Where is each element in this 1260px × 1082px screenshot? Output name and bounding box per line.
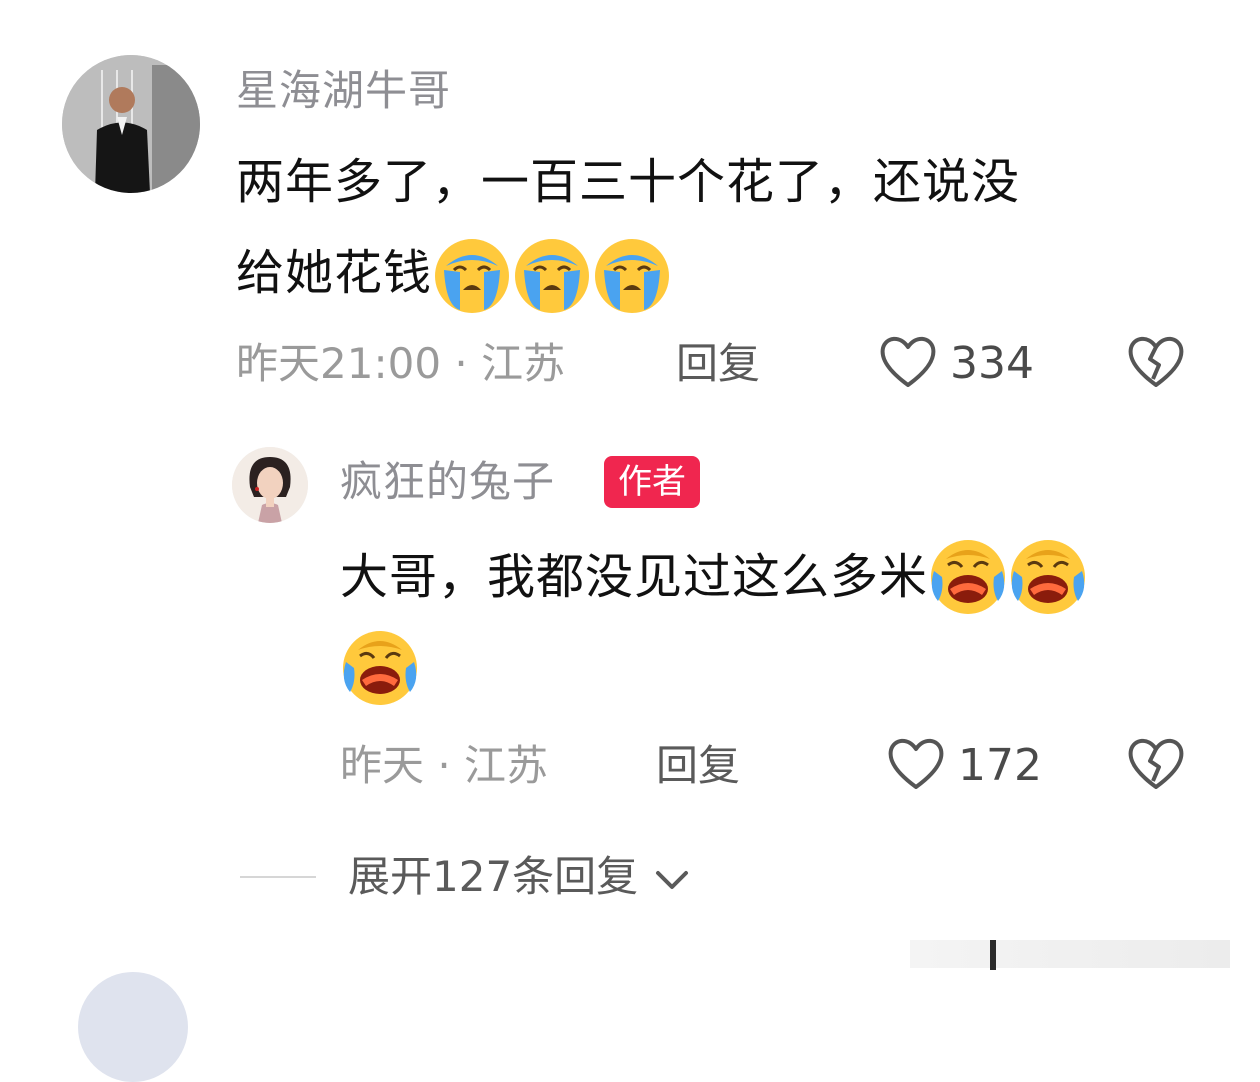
dislike-heart-icon[interactable] xyxy=(1126,333,1186,389)
reply-text-line1: 大哥，我都没见过这么多米 xyxy=(340,549,929,605)
commenter-username[interactable]: 星海湖牛哥 xyxy=(236,70,451,112)
avatar-author[interactable] xyxy=(232,447,308,523)
watermark-bar xyxy=(910,940,1230,968)
comment-text: 两年多了，一百三十个花了，还说没 给她花钱 xyxy=(236,138,1020,317)
expand-replies-label: 展开127条回复 xyxy=(348,852,639,901)
expand-replies-button[interactable]: 展开127条回复 xyxy=(348,856,692,898)
reply-text-line2-row xyxy=(340,621,1088,709)
reply-text-line1-row: 大哥，我都没见过这么多米 xyxy=(340,530,1088,621)
comment-reply-button[interactable]: 回复 xyxy=(676,343,760,385)
avatar-next-comment[interactable] xyxy=(78,972,188,1082)
dislike-heart-icon[interactable] xyxy=(1126,735,1186,791)
comment-text-line2: 给她花钱 xyxy=(236,245,433,301)
comment-emojis xyxy=(432,229,672,317)
laughing-crying-icon xyxy=(343,631,417,705)
comment-text-line1: 两年多了，一百三十个花了，还说没 xyxy=(236,154,1021,210)
author-badge: 作者 xyxy=(604,456,700,508)
author-username[interactable]: 疯狂的兔子 xyxy=(340,461,555,503)
comment-like-count: 334 xyxy=(950,338,1034,389)
expand-divider xyxy=(240,876,316,878)
comment-text-line2-row: 给她花钱 xyxy=(236,226,1020,317)
heart-icon[interactable] xyxy=(878,333,938,389)
laughing-crying-icon xyxy=(931,540,1006,614)
reply-like-count: 172 xyxy=(958,740,1042,791)
heart-icon[interactable] xyxy=(886,735,946,791)
chevron-down-icon xyxy=(655,870,688,889)
avatar-commenter[interactable] xyxy=(62,55,200,193)
reply-reply-button[interactable]: 回复 xyxy=(656,745,740,787)
loudly-crying-icon xyxy=(435,239,510,313)
scroll-indicator xyxy=(990,940,996,970)
loudly-crying-icon xyxy=(515,239,590,313)
reply-text: 大哥，我都没见过这么多米 xyxy=(340,530,1088,709)
laughing-crying-icon xyxy=(1011,540,1086,614)
loudly-crying-icon xyxy=(595,239,670,313)
comment-time-location: 昨天21:00 · 江苏 xyxy=(236,339,566,388)
reply-time-location: 昨天 · 江苏 xyxy=(340,741,549,790)
